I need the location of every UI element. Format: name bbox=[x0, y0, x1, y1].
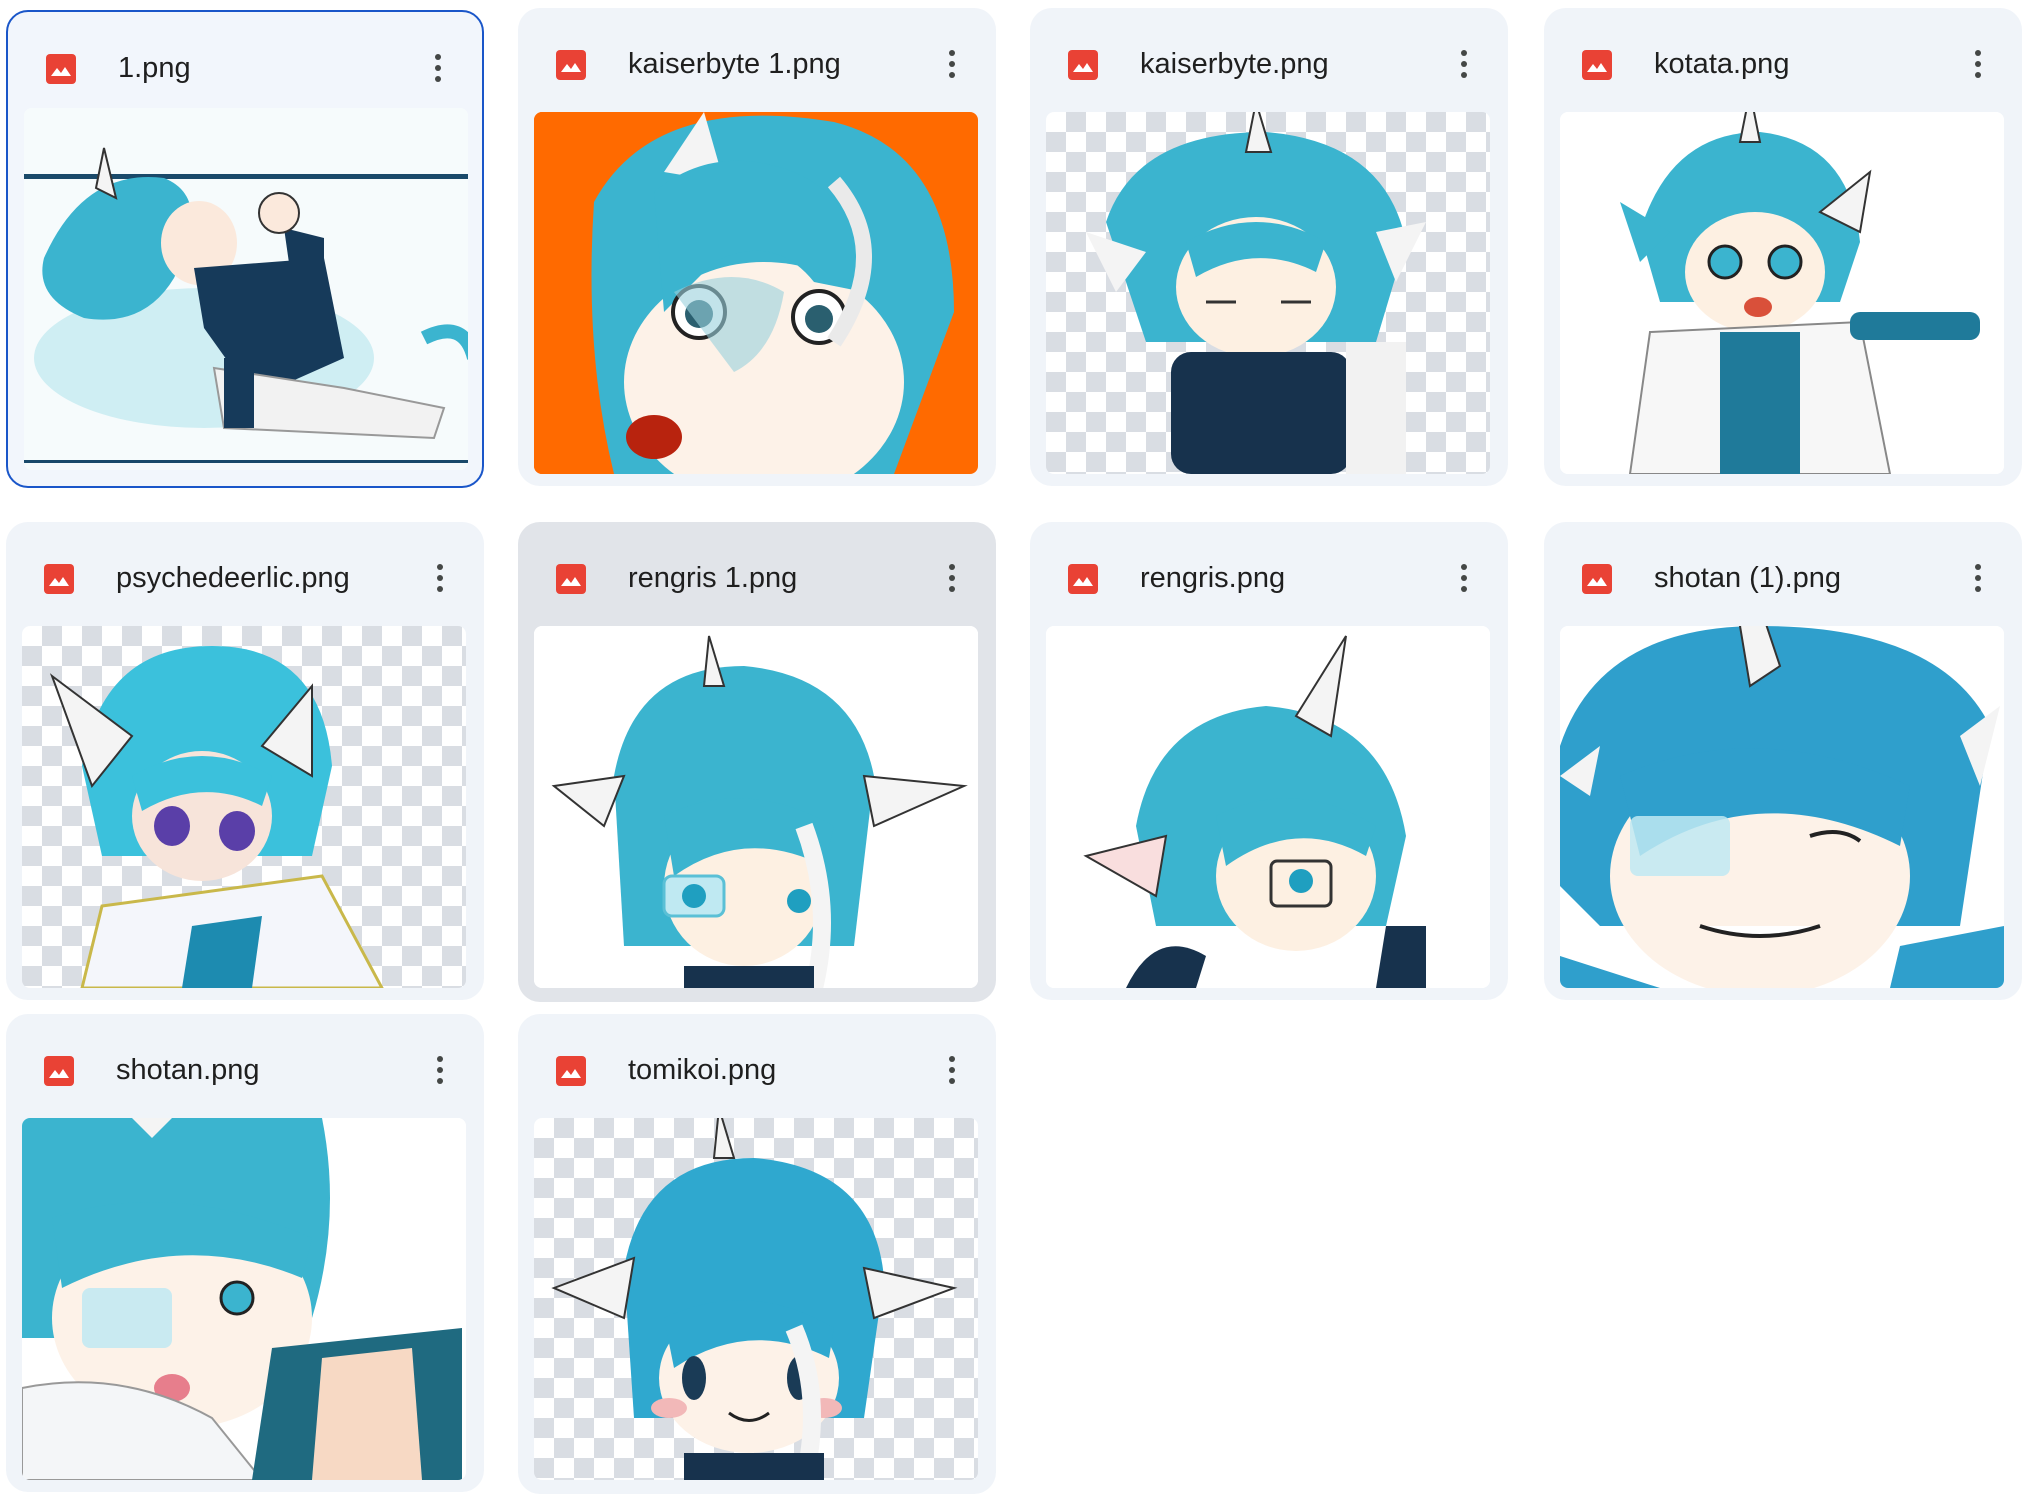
more-options-icon[interactable] bbox=[420, 558, 460, 598]
file-card-header[interactable]: shotan.png bbox=[6, 1014, 484, 1114]
file-card[interactable]: kaiserbyte 1.png bbox=[518, 8, 996, 486]
file-card[interactable]: rengris.png bbox=[1030, 522, 1508, 1000]
file-card[interactable]: shotan (1).png bbox=[1544, 522, 2022, 1000]
image-file-icon bbox=[556, 1056, 586, 1086]
file-name: kaiserbyte.png bbox=[1140, 48, 1329, 80]
file-card-header[interactable]: psychedeerlic.png bbox=[6, 522, 484, 622]
file-card[interactable]: kotata.png bbox=[1544, 8, 2022, 486]
file-card-header[interactable]: rengris 1.png bbox=[518, 522, 996, 622]
file-thumbnail[interactable] bbox=[22, 1118, 466, 1480]
file-card[interactable]: rengris 1.png bbox=[518, 522, 996, 1002]
file-card-header[interactable]: 1.png bbox=[8, 12, 482, 112]
file-card-header[interactable]: shotan (1).png bbox=[1544, 522, 2022, 622]
image-file-icon bbox=[46, 54, 76, 84]
file-card-header[interactable]: rengris.png bbox=[1030, 522, 1508, 622]
image-file-icon bbox=[1068, 50, 1098, 80]
image-file-icon bbox=[556, 50, 586, 80]
more-options-icon[interactable] bbox=[420, 1050, 460, 1090]
file-card-header[interactable]: kotata.png bbox=[1544, 8, 2022, 108]
more-options-icon[interactable] bbox=[418, 48, 458, 88]
more-options-icon[interactable] bbox=[932, 44, 972, 84]
file-thumbnail[interactable] bbox=[534, 1118, 978, 1480]
file-card[interactable]: 1.png bbox=[6, 10, 484, 488]
file-thumbnail[interactable] bbox=[534, 112, 978, 474]
more-options-icon[interactable] bbox=[1958, 558, 1998, 598]
file-thumbnail[interactable] bbox=[1046, 626, 1490, 988]
image-file-icon bbox=[556, 564, 586, 594]
file-name: shotan.png bbox=[116, 1054, 260, 1086]
file-name: 1.png bbox=[118, 52, 191, 84]
more-options-icon[interactable] bbox=[1444, 558, 1484, 598]
file-name: tomikoi.png bbox=[628, 1054, 777, 1086]
image-file-icon bbox=[44, 564, 74, 594]
more-options-icon[interactable] bbox=[932, 1050, 972, 1090]
file-thumbnail[interactable] bbox=[1560, 626, 2004, 988]
file-card[interactable]: shotan.png bbox=[6, 1014, 484, 1492]
file-name: shotan (1).png bbox=[1654, 562, 1842, 594]
more-options-icon[interactable] bbox=[1444, 44, 1484, 84]
file-card[interactable]: psychedeerlic.png bbox=[6, 522, 484, 1000]
file-thumbnail[interactable] bbox=[534, 626, 978, 988]
file-name: rengris.png bbox=[1140, 562, 1286, 594]
more-options-icon[interactable] bbox=[932, 558, 972, 598]
file-card-header[interactable]: tomikoi.png bbox=[518, 1014, 996, 1114]
file-thumbnail[interactable] bbox=[24, 108, 468, 470]
file-name: kaiserbyte 1.png bbox=[628, 48, 841, 80]
file-name: kotata.png bbox=[1654, 48, 1790, 80]
image-file-icon bbox=[44, 1056, 74, 1086]
file-thumbnail[interactable] bbox=[22, 626, 466, 988]
file-card[interactable]: kaiserbyte.png bbox=[1030, 8, 1508, 486]
image-file-icon bbox=[1582, 564, 1612, 594]
file-card-header[interactable]: kaiserbyte 1.png bbox=[518, 8, 996, 108]
more-options-icon[interactable] bbox=[1958, 44, 1998, 84]
image-file-icon bbox=[1068, 564, 1098, 594]
file-card-header[interactable]: kaiserbyte.png bbox=[1030, 8, 1508, 108]
file-thumbnail[interactable] bbox=[1046, 112, 1490, 474]
file-thumbnail[interactable] bbox=[1560, 112, 2004, 474]
file-name: rengris 1.png bbox=[628, 562, 798, 594]
image-file-icon bbox=[1582, 50, 1612, 80]
file-name: psychedeerlic.png bbox=[116, 562, 350, 594]
file-card[interactable]: tomikoi.png bbox=[518, 1014, 996, 1494]
